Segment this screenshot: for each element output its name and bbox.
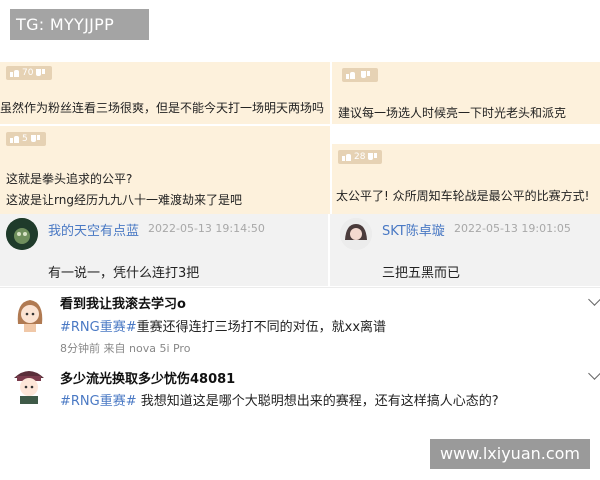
hashtag-link[interactable]: #RNG重赛# (60, 320, 137, 335)
post-body: 我想知道这是哪个大聪明想出来的赛程，还有这样搞人心态的? (136, 394, 499, 409)
reply-username[interactable]: 我的天空有点蓝 (48, 220, 139, 239)
reply-text: 三把五黑而已 (382, 266, 461, 281)
thumbs-down-icon (31, 135, 40, 143)
like-count: 70 (22, 68, 34, 78)
comment-card: 5 这就是拳头追求的公平? 这波是让rng经历九九八十一难渡劫来了是吧 (0, 126, 330, 214)
avatar[interactable] (8, 364, 50, 406)
reply-username[interactable]: SKT陈卓璇 (382, 220, 445, 239)
post-meta: 8分钟前 来自 nova 5i Pro (60, 342, 191, 355)
thumbs-down-icon (368, 153, 377, 161)
comment-text: 建议每一场选人时候亮一下时光老头和派克 (338, 106, 567, 120)
comment-card: 70 虽然作为粉丝连看三场很爽，但是不能今天打一场明天两场吗 (0, 62, 330, 124)
thumbs-up-icon (346, 71, 355, 79)
post-username[interactable]: 多少流光换取多少忧伤48081 (60, 368, 235, 387)
post-username[interactable]: 看到我让我滚去学习o (60, 293, 186, 312)
hashtag-link[interactable]: #RNG重赛# (60, 394, 137, 409)
thumbs-up-icon (10, 135, 19, 143)
post-body: 重赛还得连打三场打不同的对伍，就xx离谱 (136, 320, 387, 335)
site-watermark: www.lxiyuan.com (430, 439, 590, 469)
like-count: 28 (354, 152, 366, 162)
reply-text: 有一说一，凭什么连打3把 (48, 266, 200, 281)
thumbs-down-icon (36, 69, 45, 77)
tg-watermark: TG: MYYJJPP (10, 9, 149, 40)
like-chip[interactable] (342, 68, 378, 82)
thumbs-up-icon (342, 153, 351, 161)
reply-timestamp: 2022-05-13 19:01:05 (454, 222, 571, 235)
like-chip[interactable]: 28 (338, 150, 382, 164)
feed-post: 多少流光换取多少忧伤48081 #RNG重赛# 我想知道这是哪个大聪明想出来的赛… (0, 358, 600, 428)
reply-timestamp: 2022-05-13 19:14:50 (148, 222, 265, 235)
comment-card: 建议每一场选人时候亮一下时光老头和派克 (332, 62, 600, 124)
avatar[interactable] (340, 218, 372, 250)
chevron-down-icon[interactable] (588, 293, 600, 306)
comment-text: 太公平了! 众所周知车轮战是最公平的比赛方式! (336, 189, 590, 203)
comment-card: 28 太公平了! 众所周知车轮战是最公平的比赛方式! (332, 144, 600, 214)
thumbs-down-icon (361, 71, 370, 79)
comment-text: 虽然作为粉丝连看三场很爽，但是不能今天打一场明天两场吗 (0, 101, 325, 115)
like-chip[interactable]: 70 (6, 66, 52, 80)
post-text: #RNG重赛# 我想知道这是哪个大聪明想出来的赛程，还有这样搞人心态的? (60, 390, 499, 409)
avatar[interactable] (6, 218, 38, 250)
post-text: #RNG重赛#重赛还得连打三场打不同的对伍，就xx离谱 (60, 316, 386, 335)
like-chip[interactable]: 5 (6, 132, 46, 146)
avatar[interactable] (10, 294, 50, 334)
reply-card: 我的天空有点蓝 2022-05-13 19:14:50 有一说一，凭什么连打3把 (0, 214, 328, 286)
comment-text: 这波是让rng经历九九八十一难渡劫来了是吧 (6, 193, 242, 207)
feed-post: 看到我让我滚去学习o #RNG重赛#重赛还得连打三场打不同的对伍，就xx离谱 8… (0, 288, 600, 358)
comment-text: 这就是拳头追求的公平? (6, 172, 133, 186)
like-count: 5 (22, 134, 28, 144)
chevron-down-icon[interactable] (588, 367, 600, 380)
thumbs-up-icon (10, 69, 19, 77)
reply-card: SKT陈卓璇 2022-05-13 19:01:05 三把五黑而已 (330, 214, 600, 286)
